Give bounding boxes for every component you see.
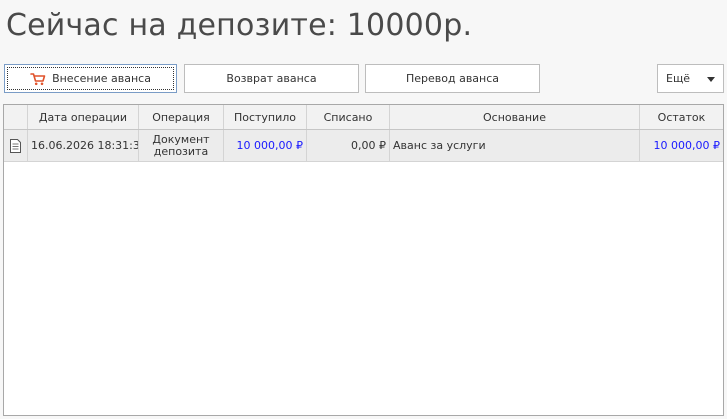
column-header-date[interactable]: Дата операции — [28, 105, 139, 129]
more-dropdown[interactable]: Ещё — [657, 64, 724, 93]
document-icon — [10, 138, 21, 153]
deposit-advance-label: Внесение аванса — [52, 72, 151, 85]
header-icon-cell — [4, 105, 28, 129]
operations-table[interactable]: Дата операции Операция Поступило Списано… — [3, 104, 724, 416]
column-header-expense[interactable]: Списано — [307, 105, 390, 129]
transfer-advance-button[interactable]: Перевод аванса — [365, 64, 540, 93]
page-title: Сейчас на депозите: 10000р. — [6, 8, 473, 43]
column-header-income[interactable]: Поступило — [224, 105, 307, 129]
reason-cell: Аванс за услуги — [390, 130, 640, 161]
transfer-advance-label: Перевод аванса — [405, 72, 500, 85]
more-label: Ещё — [666, 72, 691, 85]
row-icon-cell — [4, 130, 28, 161]
balance-cell: 10 000,00 ₽ — [653, 139, 720, 152]
column-header-reason[interactable]: Основание — [390, 105, 640, 129]
date-cell: 16.06.2026 18:31:31 — [28, 130, 139, 161]
refund-advance-label: Возврат аванса — [226, 72, 317, 85]
column-header-balance[interactable]: Остаток — [640, 105, 723, 129]
refund-advance-button[interactable]: Возврат аванса — [184, 64, 359, 93]
table-row[interactable]: 16.06.2026 18:31:31 Документ депозита 10… — [4, 130, 723, 162]
operation-cell: Документ депозита — [139, 130, 224, 161]
income-cell: 10 000,00 ₽ — [224, 130, 307, 161]
table-header: Дата операции Операция Поступило Списано… — [4, 105, 723, 130]
column-header-operation[interactable]: Операция — [139, 105, 224, 129]
expense-cell: 0,00 ₽ — [307, 130, 390, 161]
cart-icon — [30, 72, 46, 85]
deposit-advance-button[interactable]: Внесение аванса — [4, 64, 177, 93]
chevron-down-icon — [707, 77, 715, 82]
